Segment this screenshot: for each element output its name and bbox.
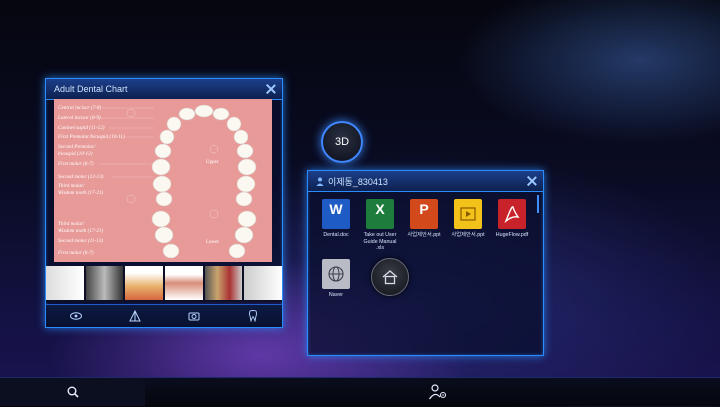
thumbnail[interactable] xyxy=(244,266,283,300)
file-name: 사업제안서.ppt xyxy=(407,232,441,238)
tooth-icon[interactable] xyxy=(246,309,260,323)
video-file-icon xyxy=(454,199,482,229)
teeth-diagram xyxy=(99,104,257,259)
files-window-title: 이제동_830413 xyxy=(328,176,388,187)
prism-icon[interactable] xyxy=(128,309,142,323)
dental-chart-image: Central incisor (7-8) Lateral incisor (8… xyxy=(54,99,272,262)
home-icon xyxy=(382,270,398,285)
excel-icon: X xyxy=(366,199,394,229)
file-name: Dental.doc xyxy=(323,232,349,238)
pdf-icon xyxy=(498,199,526,229)
word-icon: W xyxy=(322,199,350,229)
web-link-icon xyxy=(322,259,350,289)
file-name: Naver xyxy=(328,292,344,298)
file-item[interactable]: W Dental.doc xyxy=(316,199,356,239)
3d-button[interactable]: 3D xyxy=(321,121,363,163)
scrollbar[interactable] xyxy=(537,195,539,213)
close-icon[interactable] xyxy=(266,84,276,94)
file-name: HugeFlow.pdf xyxy=(495,232,529,238)
camera-icon[interactable] xyxy=(187,309,201,323)
thumbnail[interactable] xyxy=(85,266,124,300)
dental-chart-window: Adult Dental Chart Central incisor (7-8)… xyxy=(45,78,283,328)
dental-chart-titlebar: Adult Dental Chart xyxy=(46,79,282,100)
user-settings-button[interactable] xyxy=(428,382,448,402)
file-item[interactable]: HugeFlow.pdf xyxy=(492,199,532,239)
thumbnail[interactable] xyxy=(125,266,164,300)
thumbnail[interactable] xyxy=(204,266,243,300)
taskbar-search-button[interactable] xyxy=(0,378,145,406)
file-item[interactable]: X Take out User Guide Manual .xls xyxy=(360,199,400,252)
home-button[interactable] xyxy=(371,258,409,296)
user-settings-icon xyxy=(429,384,447,400)
dental-toolbar xyxy=(46,304,282,327)
close-icon[interactable] xyxy=(527,176,537,186)
thumbnail[interactable] xyxy=(165,266,203,300)
user-icon xyxy=(316,177,324,186)
thumbnail[interactable] xyxy=(46,266,84,300)
taskbar xyxy=(0,377,720,406)
file-item[interactable]: Naver xyxy=(316,259,356,299)
files-titlebar: 이제동_830413 xyxy=(308,171,543,192)
file-name: Take out User Guide Manual .xls xyxy=(363,232,397,251)
file-name: 사업제안서.ppt xyxy=(451,232,485,238)
file-item[interactable]: 사업제안서.ppt xyxy=(448,199,488,239)
powerpoint-icon: P xyxy=(410,199,438,229)
search-icon xyxy=(67,386,79,398)
dental-chart-title: Adult Dental Chart xyxy=(54,84,128,94)
eye-icon[interactable] xyxy=(69,309,83,323)
thumbnail-strip xyxy=(46,266,283,302)
files-window: 이제동_830413 W Dental.doc X Take out User … xyxy=(307,170,544,356)
file-item[interactable]: P 사업제안서.ppt xyxy=(404,199,444,239)
